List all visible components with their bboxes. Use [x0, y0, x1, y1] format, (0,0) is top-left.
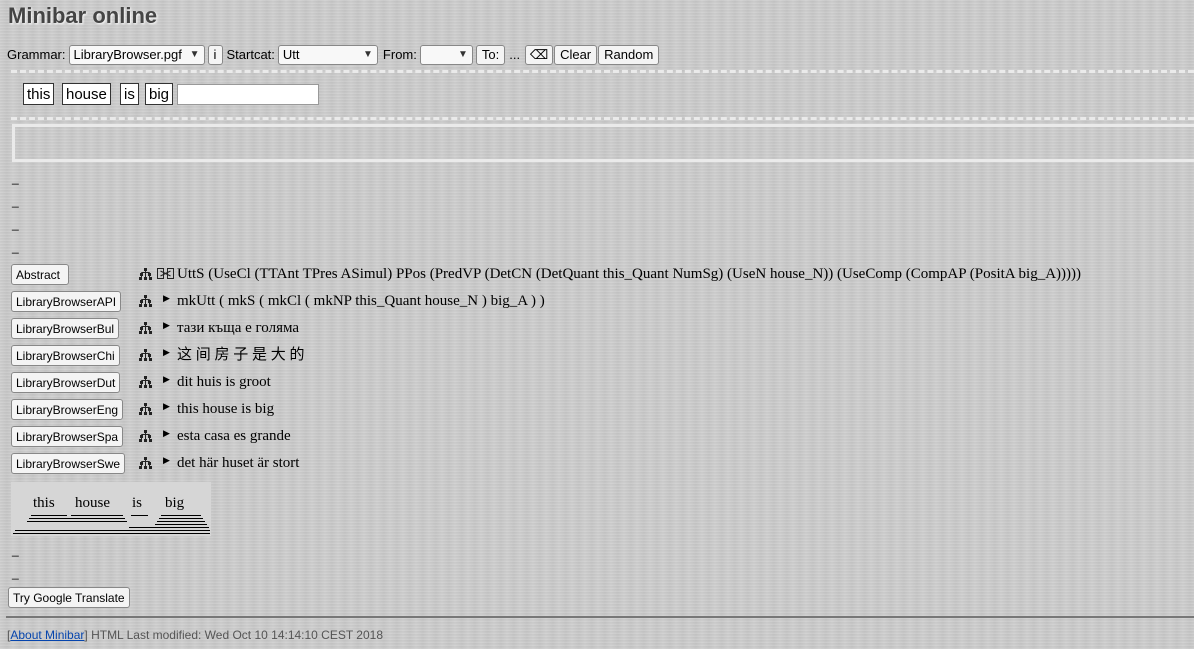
expand-triangle-icon[interactable]: ▶ [163, 455, 170, 466]
translation-text: this house is big [177, 401, 275, 417]
toolbar: Grammar: LibraryBrowser.pgf ▼ i Startcat… [7, 43, 660, 66]
chevron-down-icon: ▼ [363, 49, 373, 60]
language-button-api[interactable]: LibraryBrowserAPI [11, 291, 122, 312]
about-minibar-link[interactable]: About Minibar [10, 628, 84, 642]
expand-triangle-icon[interactable]: ▶ [163, 320, 170, 331]
grammar-select-value: LibraryBrowser.pgf [73, 47, 182, 62]
to-button[interactable]: To: [475, 44, 506, 65]
language-button-eng[interactable]: LibraryBrowserEng [11, 399, 124, 420]
word-alignment-icon[interactable] [157, 267, 174, 280]
divider-dash: _ [12, 543, 19, 557]
word-input[interactable] [177, 84, 319, 105]
translation-text: dit huis is groot [177, 374, 271, 390]
parse-word: this [33, 495, 55, 511]
divider-dash: _ [12, 240, 19, 254]
word-is[interactable]: is [120, 83, 139, 105]
parse-word: big [165, 495, 185, 511]
language-button-chi[interactable]: LibraryBrowserChi [11, 345, 120, 366]
from-select[interactable]: ▼ [419, 44, 473, 65]
google-translate-button[interactable]: Try Google Translate [8, 587, 130, 608]
expand-triangle-icon[interactable]: ▶ [163, 428, 170, 439]
language-button-spa[interactable]: LibraryBrowserSpa [11, 426, 124, 447]
divider-dash: _ [12, 171, 19, 185]
grammar-label: Grammar: [7, 47, 66, 62]
backspace-button[interactable]: ⌫ [525, 44, 554, 65]
parse-word: house [75, 495, 110, 511]
translation-row: Abstract UttS (UseCl (TTAnt TPres ASimul… [11, 264, 1081, 285]
divider-dash: _ [12, 566, 19, 580]
language-button-dut[interactable]: LibraryBrowserDut [11, 372, 121, 393]
from-label: From: [382, 47, 417, 62]
parse-bracket-diagram: this house is big [11, 482, 211, 536]
divider-dash: _ [12, 194, 19, 208]
startcat-select[interactable]: Utt ▼ [277, 44, 378, 65]
translation-text: det här huset är stort [177, 455, 300, 471]
page-title: Minibar online [8, 3, 158, 28]
translation-text: тази къща е голяма [177, 320, 300, 336]
clear-button[interactable]: Clear [554, 44, 598, 65]
language-button-bul[interactable]: LibraryBrowserBul [11, 318, 120, 339]
translation-text: 这 间 房 子 是 大 的 [177, 347, 305, 363]
ellipsis-text: ... [509, 47, 521, 62]
translation-text: mkUtt ( mkS ( mkCl ( mkNP this_Quant hou… [177, 293, 545, 309]
parse-bracket-lines [13, 515, 210, 534]
chevron-down-icon: ▼ [457, 49, 468, 60]
translation-row: LibraryBrowserSwe ▶ det här huset är sto… [11, 453, 299, 474]
language-button-abstract[interactable]: Abstract [11, 264, 69, 285]
translation-text: esta casa es grande [177, 428, 291, 444]
translation-row: LibraryBrowserSpa ▶ esta casa es grande [11, 426, 291, 447]
tree-icon[interactable] [139, 457, 152, 469]
tree-icon[interactable] [139, 322, 152, 334]
word-suggestions-area [12, 124, 1194, 162]
word-big[interactable]: big [145, 83, 174, 105]
word-house[interactable]: house [62, 83, 111, 105]
footer: [About Minibar] HTML Last modified: Wed … [7, 628, 383, 642]
grammar-info-button[interactable]: i [207, 44, 223, 65]
expand-triangle-icon[interactable]: ▶ [163, 293, 170, 304]
expand-triangle-icon[interactable]: ▶ [163, 347, 170, 358]
chevron-down-icon: ▼ [189, 49, 200, 60]
tree-icon[interactable] [139, 295, 152, 307]
language-button-swe[interactable]: LibraryBrowserSwe [11, 453, 126, 474]
expand-triangle-icon[interactable]: ▶ [163, 401, 170, 412]
tree-icon[interactable] [139, 403, 152, 415]
expand-triangle-icon[interactable]: ▶ [163, 374, 170, 385]
translation-row: LibraryBrowserChi ▶ 这 间 房 子 是 大 的 [11, 345, 305, 366]
startcat-select-value: Utt [282, 47, 300, 62]
grammar-select[interactable]: LibraryBrowser.pgf ▼ [68, 44, 205, 65]
translation-text: UttS (UseCl (TTAnt TPres ASimul) PPos (P… [177, 266, 1082, 282]
last-modified-text: HTML Last modified: Wed Oct 10 14:14:10 … [87, 628, 383, 642]
tree-icon[interactable] [139, 430, 152, 442]
startcat-label: Startcat: [226, 47, 275, 62]
translation-row: LibraryBrowserBul ▶ тази къща е голяма [11, 318, 299, 339]
tree-icon[interactable] [139, 376, 152, 388]
tree-icon[interactable] [139, 349, 152, 361]
translation-row: LibraryBrowserEng ▶ this house is big [11, 399, 274, 420]
translation-row: LibraryBrowserDut ▶ dit huis is groot [11, 372, 271, 393]
parse-word: is [132, 495, 143, 511]
divider-dash: _ [12, 217, 19, 231]
tree-icon[interactable] [139, 268, 152, 280]
footer-divider [6, 616, 1194, 618]
word-this[interactable]: this [23, 83, 55, 105]
random-button[interactable]: Random [598, 44, 660, 65]
translation-row: LibraryBrowserAPI ▶ mkUtt ( mkS ( mkCl (… [11, 291, 545, 312]
